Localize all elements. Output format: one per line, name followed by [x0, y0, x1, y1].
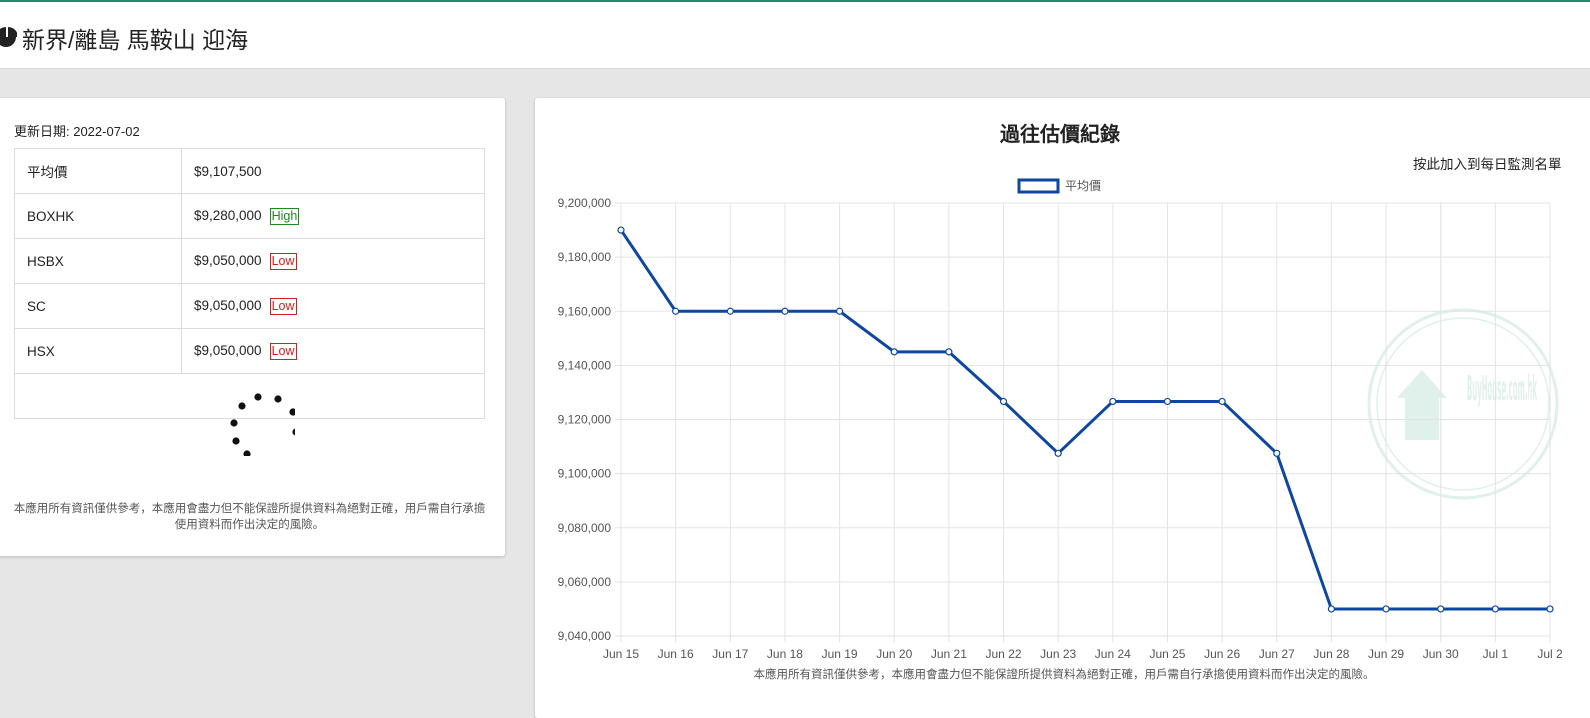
x-tick-label: Jul 1: [1483, 647, 1509, 661]
x-tick-label: Jun 19: [822, 647, 858, 661]
table-row: SC $9,050,000 Low: [14, 283, 485, 329]
watermark-logo: BuyHouse.com.hk: [1367, 308, 1559, 500]
x-axis: Jun 15 Jun 16 Jun 17 Jun 18 Jun 19 Jun 20 Jun …: [603, 647, 1563, 661]
low-badge: Low: [269, 252, 297, 270]
data-point[interactable]: [1382, 605, 1390, 613]
row-value: $9,050,000: [194, 252, 262, 268]
data-point[interactable]: [1163, 397, 1172, 406]
chart-disclaimer-text: 本應用所有資訊僅供參考，本應用會盡力但不能保證所提供資料為絕對正確，用戶需自行承…: [753, 669, 1375, 681]
data-point[interactable]: [1273, 449, 1281, 457]
data-point[interactable]: [1546, 605, 1554, 613]
row-value-cell: $9,050,000 Low: [181, 283, 485, 329]
data-point[interactable]: [617, 226, 625, 234]
price-history-chart: BuyHouse.com.hk 9,040,000 9,060,000 9,080,…: [558, 178, 1563, 661]
x-tick-label: Jun 30: [1423, 647, 1459, 661]
row-label: SC: [14, 283, 182, 329]
row-value-cell: $9,107,500: [181, 148, 485, 194]
data-point[interactable]: [1491, 605, 1499, 613]
y-tick-label: 9,100,000: [558, 467, 612, 481]
x-tick-label: Jun 18: [767, 647, 803, 661]
x-tick-label: Jun 24: [1095, 647, 1131, 661]
data-point[interactable]: [1109, 397, 1117, 406]
data-point[interactable]: [781, 307, 789, 315]
low-badge: Low: [269, 297, 297, 315]
data-point[interactable]: [1218, 397, 1226, 406]
y-tick-label: 9,040,000: [558, 629, 612, 643]
y-tick-label: 9,160,000: [558, 304, 612, 318]
watermark-text: BuyHouse.com.hk: [1467, 369, 1537, 409]
x-tick-label: Jun 21: [931, 647, 967, 661]
pie-chart-icon: [0, 27, 17, 47]
table-row: HSX $9,050,000 Low: [14, 328, 485, 374]
loading-spinner-icon: [230, 393, 295, 456]
chart-legend[interactable]: 平均價: [1017, 178, 1101, 194]
y-tick-label: 9,120,000: [558, 413, 612, 427]
data-point[interactable]: [1054, 449, 1062, 457]
low-badge: Low: [269, 342, 297, 360]
data-point[interactable]: [999, 397, 1008, 406]
x-tick-label: Jun 17: [712, 647, 748, 661]
table-row: BOXHK $9,280,000 High: [14, 193, 485, 239]
x-tick-label: Jun 15: [603, 647, 639, 661]
page-header: 新界/離島 馬鞍山 迎海: [0, 2, 1590, 69]
row-value: $9,050,000: [194, 297, 262, 313]
x-tick-label: Jun 22: [986, 647, 1022, 661]
disclaimer-text: 本應用所有資訊僅供參考，本應用會盡力但不能保證所提供資料為絕對正確，用戶需自行承…: [13, 503, 486, 531]
row-value: $9,050,000: [194, 342, 262, 358]
table-row: HSBX $9,050,000 Low: [14, 238, 485, 284]
valuation-summary-card: 更新日期: 2022-07-02 平均價 $9,107,500 BOXHK $9…: [0, 98, 505, 556]
y-tick-label: 9,200,000: [558, 196, 612, 210]
loading-row: [14, 373, 485, 456]
data-point[interactable]: [835, 307, 844, 315]
high-badge: High: [269, 207, 300, 225]
y-tick-label: 9,060,000: [558, 575, 612, 589]
row-value: $9,280,000: [194, 207, 262, 223]
data-point[interactable]: [726, 307, 734, 315]
data-point[interactable]: [945, 348, 953, 356]
legend-swatch: [1017, 178, 1060, 194]
y-tick-label: 9,180,000: [558, 250, 612, 264]
x-tick-label: Jun 26: [1204, 647, 1240, 661]
price-history-card: 過往估價紀錄 按此加入到每日監測名單 BuyHouse.com.hk 9,040…: [535, 98, 1590, 718]
row-value-cell: $9,050,000 Low: [181, 328, 485, 374]
row-value-cell: $9,280,000 High: [181, 193, 485, 239]
y-axis: 9,040,000 9,060,000 9,080,000 9,100,000 9,12…: [558, 196, 612, 643]
legend-label: 平均價: [1065, 179, 1101, 193]
x-tick-label: Jun 25: [1149, 647, 1185, 661]
row-label: HSX: [14, 328, 182, 374]
x-tick-label: Jun 16: [658, 647, 694, 661]
row-label: BOXHK: [14, 193, 182, 239]
row-label: HSBX: [14, 238, 182, 284]
row-value-cell: $9,050,000 Low: [181, 238, 485, 284]
x-tick-label: Jun 27: [1259, 647, 1295, 661]
table-row: 平均價 $9,107,500: [14, 148, 485, 194]
data-point[interactable]: [672, 307, 680, 315]
y-tick-label: 9,080,000: [558, 521, 612, 535]
x-tick-label: Jun 29: [1368, 647, 1404, 661]
page-title: 新界/離島 馬鞍山 迎海: [22, 27, 249, 53]
x-tick-label: Jul 2: [1537, 647, 1563, 661]
data-point[interactable]: [1327, 605, 1336, 613]
data-point[interactable]: [1437, 605, 1445, 613]
data-point[interactable]: [890, 348, 898, 356]
price-table: 平均價 $9,107,500 BOXHK $9,280,000 High HSBX…: [14, 148, 485, 456]
updated-date: 更新日期: 2022-07-02: [14, 124, 140, 139]
y-tick-label: 9,140,000: [558, 358, 612, 372]
row-label: 平均價: [14, 148, 182, 194]
x-tick-label: Jun 23: [1040, 647, 1076, 661]
row-value: $9,107,500: [194, 163, 262, 179]
loading-cell: [14, 373, 485, 456]
x-tick-label: Jun 28: [1313, 647, 1349, 661]
x-tick-label: Jun 20: [876, 647, 912, 661]
